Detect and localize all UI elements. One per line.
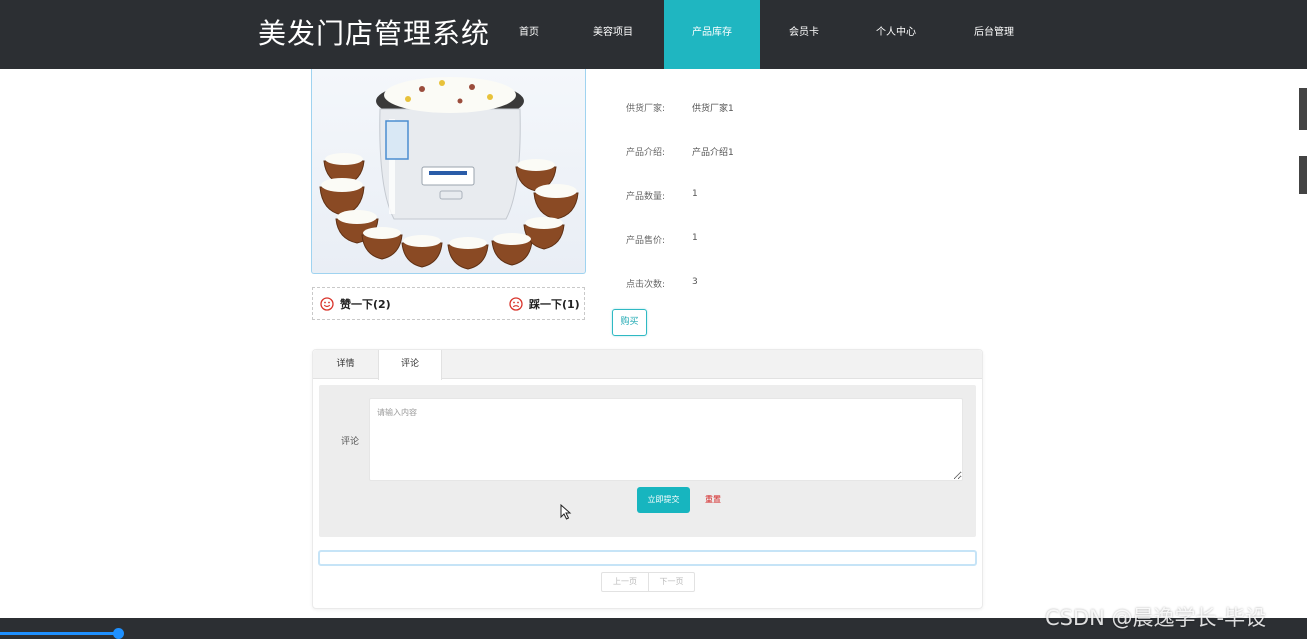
comment-list	[318, 550, 977, 566]
info-value: 供货厂家1	[692, 104, 734, 114]
info-label: 产品介绍:	[626, 148, 666, 158]
next-page-button[interactable]: 下一页	[648, 573, 694, 591]
mouse-cursor-icon	[560, 504, 572, 520]
pagination: 上一页 下一页	[601, 572, 695, 592]
video-progress-bar[interactable]	[0, 632, 119, 635]
info-label: 产品售价:	[626, 236, 666, 246]
buy-button[interactable]: 购买	[612, 309, 647, 336]
like-label: 赞一下(2)	[340, 298, 391, 311]
nav-item-admin[interactable]: 后台管理	[944, 0, 1044, 69]
scrollbar-thumb-secondary[interactable]	[1299, 156, 1307, 194]
smile-icon	[320, 297, 334, 311]
nav-item-beauty-projects[interactable]: 美容项目	[562, 0, 664, 69]
main-nav: 首页 美容项目 产品库存 会员卡 个人中心 后台管理	[496, 0, 1044, 69]
info-row-intro: 产品介绍: 产品介绍1	[626, 145, 734, 158]
watermark: CSDN @晨逸学长-毕设	[1045, 606, 1267, 630]
comment-textarea[interactable]	[369, 398, 963, 481]
info-label: 供货厂家:	[626, 104, 666, 114]
reset-button[interactable]: 重置	[705, 494, 721, 505]
info-label: 点击次数:	[626, 280, 666, 290]
vote-box: 赞一下(2) 踩一下(1)	[312, 287, 585, 320]
nav-item-home[interactable]: 首页	[496, 0, 562, 69]
nav-item-membership-card[interactable]: 会员卡	[760, 0, 848, 69]
progress-handle[interactable]	[113, 628, 124, 639]
dislike-button[interactable]: 踩一下(1)	[509, 296, 580, 312]
nav-item-personal-center[interactable]: 个人中心	[848, 0, 944, 69]
scrollbar-thumb[interactable]	[1299, 88, 1307, 130]
comment-form: 评论 立即提交 重置	[319, 385, 976, 537]
info-label: 产品数量:	[626, 192, 666, 202]
tab-comments[interactable]: 评论	[378, 350, 442, 380]
like-button[interactable]: 赞一下(2)	[320, 296, 391, 312]
top-navigation-bar: 美发门店管理系统 首页 美容项目 产品库存 会员卡 个人中心 后台管理	[0, 0, 1307, 69]
rice-cooker-illustration	[319, 77, 579, 270]
info-value: 1	[692, 189, 698, 199]
comment-label: 评论	[341, 437, 360, 447]
info-row-quantity: 产品数量: 1	[626, 189, 698, 202]
info-value: 1	[692, 233, 698, 243]
info-value: 产品介绍1	[692, 148, 734, 158]
detail-comment-panel: 详情 评论 评论 立即提交 重置 上一页 下一页	[312, 349, 983, 609]
site-brand[interactable]: 美发门店管理系统	[258, 14, 490, 54]
info-row-price: 产品售价: 1	[626, 233, 698, 246]
submit-button[interactable]: 立即提交	[637, 487, 690, 513]
frown-icon	[509, 297, 523, 311]
product-image	[311, 69, 586, 274]
tab-details[interactable]: 详情	[313, 350, 378, 379]
nav-item-product-inventory[interactable]: 产品库存	[664, 0, 760, 69]
dislike-label: 踩一下(1)	[529, 298, 580, 311]
info-row-clicks: 点击次数: 3	[626, 277, 698, 290]
info-value: 3	[692, 277, 698, 287]
tab-bar: 详情 评论	[313, 350, 982, 380]
prev-page-button[interactable]: 上一页	[602, 573, 648, 591]
info-row-supplier: 供货厂家: 供货厂家1	[626, 101, 734, 114]
